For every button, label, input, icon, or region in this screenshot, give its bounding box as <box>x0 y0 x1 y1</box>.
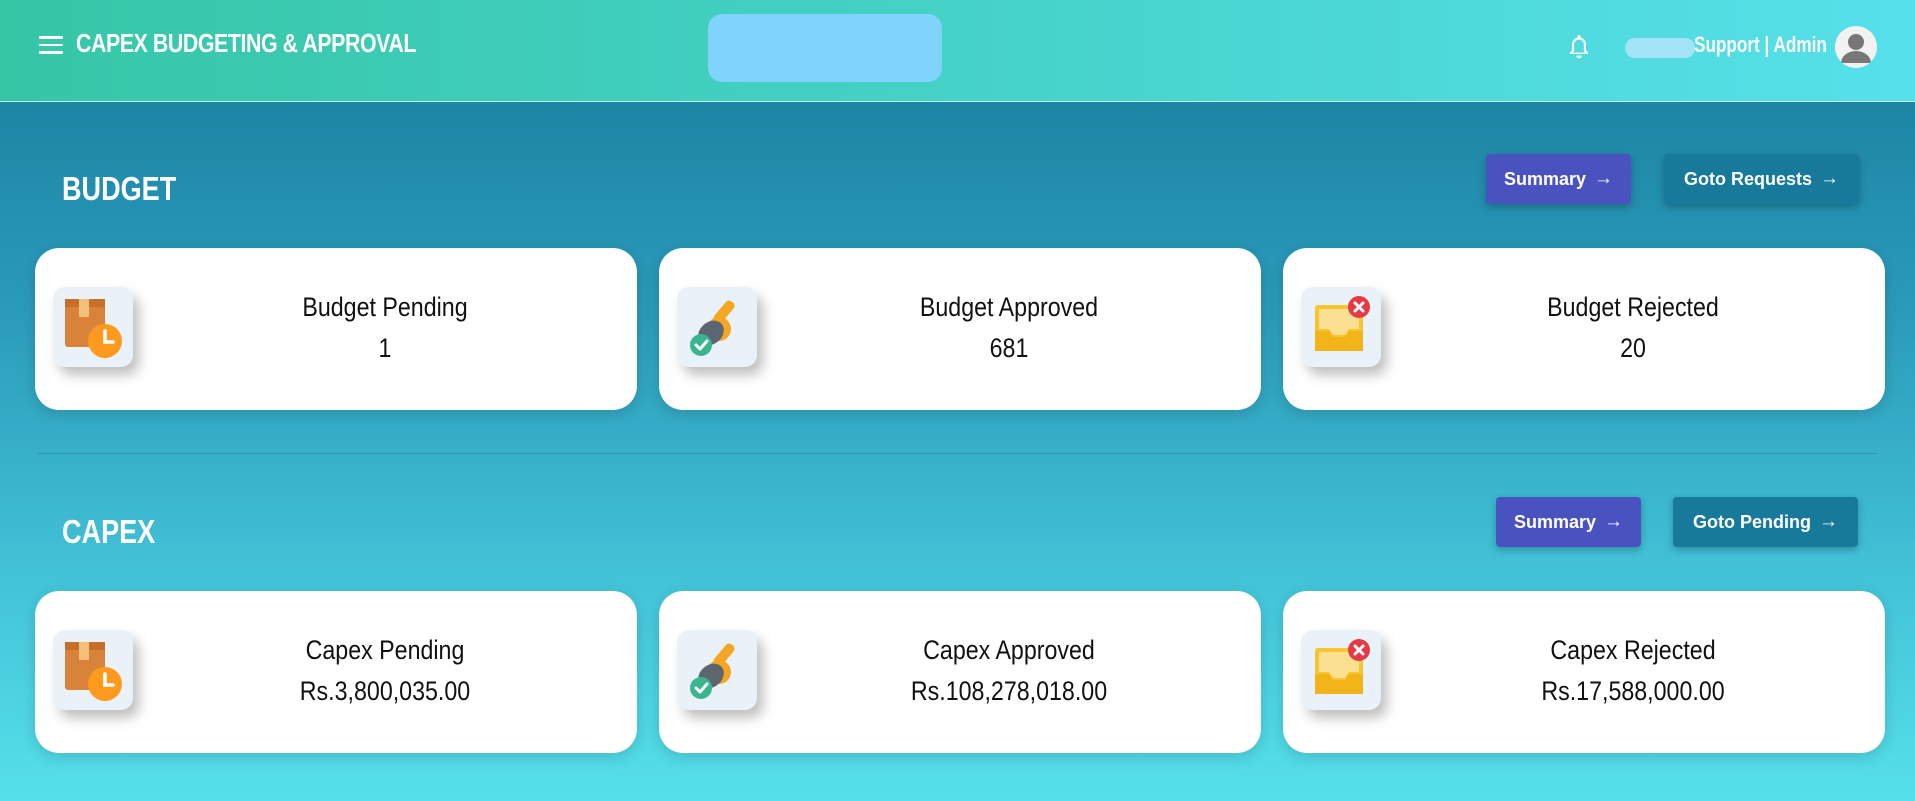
user-role-label[interactable]: Support | Admin <box>1694 32 1827 58</box>
goto-pending-button[interactable]: Goto Pending → <box>1673 497 1858 547</box>
capex-approved-value: Rs.108,278,018.00 <box>910 676 1108 706</box>
capex-rejected-value: Rs.17,588,000.00 <box>1541 676 1725 706</box>
approval-stamp-icon <box>677 287 757 367</box>
capex-approved-label: Capex Approved <box>923 635 1095 665</box>
box-clock-icon <box>53 630 133 710</box>
goto-pending-label: Goto Pending <box>1693 511 1811 532</box>
arrow-right-icon: → <box>1818 511 1838 532</box>
budget-summary-button[interactable]: Summary → <box>1486 154 1631 204</box>
budget-pending-card[interactable]: Budget Pending 1 <box>35 248 637 410</box>
box-clock-icon <box>53 287 133 367</box>
avatar[interactable] <box>1835 26 1877 68</box>
capex-pending-card[interactable]: Capex Pending Rs.3,800,035.00 <box>35 591 637 753</box>
bell-icon[interactable] <box>1566 33 1592 61</box>
section-divider <box>38 453 1878 454</box>
hamburger-menu-icon[interactable] <box>39 36 63 54</box>
approval-stamp-icon <box>677 630 757 710</box>
redacted-logo-area <box>708 14 942 82</box>
budget-rejected-label: Budget Rejected <box>1547 292 1719 322</box>
capex-summary-button[interactable]: Summary → <box>1496 497 1641 547</box>
budget-summary-label: Summary <box>1503 168 1587 189</box>
arrow-right-icon: → <box>1604 511 1624 532</box>
redacted-username <box>1625 38 1695 58</box>
budget-rejected-card[interactable]: Budget Rejected 20 <box>1283 248 1885 410</box>
goto-requests-button[interactable]: Goto Requests → <box>1664 154 1859 204</box>
capex-summary-label: Summary <box>1513 511 1597 532</box>
capex-pending-label: Capex Pending <box>305 635 465 665</box>
rejected-inbox-icon <box>1301 287 1381 367</box>
arrow-right-icon: → <box>1594 168 1614 189</box>
arrow-right-icon: → <box>1820 168 1839 189</box>
budget-approved-label: Budget Approved <box>919 292 1099 322</box>
app-title: CAPEX BUDGETING & APPROVAL <box>76 28 416 58</box>
capex-approved-card[interactable]: Capex Approved Rs.108,278,018.00 <box>659 591 1261 753</box>
capex-rejected-label: Capex Rejected <box>1550 635 1716 665</box>
budget-approved-card[interactable]: Budget Approved 681 <box>659 248 1261 410</box>
budget-pending-label: Budget Pending <box>302 292 468 322</box>
rejected-inbox-icon <box>1301 630 1381 710</box>
capex-rejected-card[interactable]: Capex Rejected Rs.17,588,000.00 <box>1283 591 1885 753</box>
budget-pending-value: 1 <box>378 333 392 363</box>
budget-approved-value: 681 <box>989 333 1029 363</box>
budget-rejected-value: 20 <box>1620 333 1646 363</box>
goto-requests-label: Goto Requests <box>1683 168 1812 189</box>
capex-pending-value: Rs.3,800,035.00 <box>299 676 471 706</box>
capex-section-title: CAPEX <box>62 513 156 550</box>
budget-section-title: BUDGET <box>62 170 177 207</box>
top-navbar: CAPEX BUDGETING & APPROVAL Support | Adm… <box>0 0 1915 102</box>
